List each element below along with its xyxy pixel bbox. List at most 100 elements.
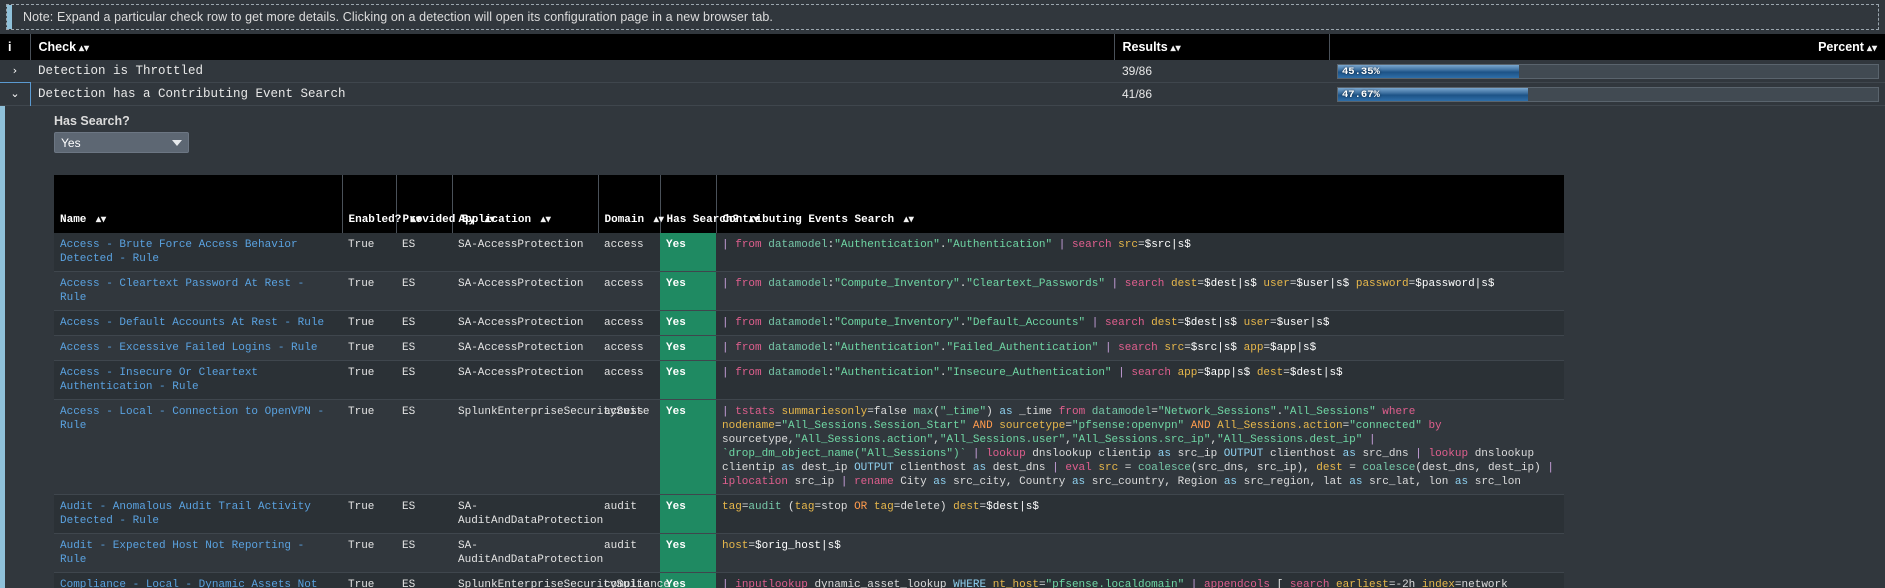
col-header-contributing-events-search[interactable]: Contributing Events Search ▴▾: [715, 175, 1564, 233]
col-header-check-label: Check: [38, 40, 77, 54]
detection-search-cell: | from datamodel:"Authentication"."Faile…: [716, 335, 1564, 361]
detection-provided-by-cell: ES: [396, 310, 452, 336]
chevron-right-icon[interactable]: ›: [0, 60, 30, 82]
sort-icon[interactable]: ▴▾: [485, 215, 495, 226]
note-accent-bar: [7, 5, 12, 29]
table-row[interactable]: › Detection is Throttled 39/86 45.35%: [0, 60, 1885, 83]
check-name-cell-throttled: Detection is Throttled: [30, 60, 1114, 83]
col-header-domain-label: Domain: [604, 214, 645, 226]
detection-provided-by-cell: ES: [396, 533, 452, 573]
detection-has-search-cell: Yes: [660, 494, 716, 534]
detection-search-cell: host=$orig_host|s$: [716, 533, 1564, 573]
detection-name-cell: Access - Cleartext Password At Rest - Ru…: [54, 271, 342, 311]
detection-provided-by-cell: ES: [396, 233, 452, 272]
detection-name-link[interactable]: Access - Local - Connection to OpenVPN -…: [60, 406, 324, 432]
sort-icon[interactable]: ▴▾: [79, 43, 89, 54]
detection-provided-by-cell: ES: [396, 335, 452, 361]
col-header-enabled[interactable]: Enabled? ▴▾: [341, 175, 421, 233]
table-row[interactable]: Access - Excessive Failed Logins - Rule T…: [54, 335, 1564, 361]
results-cell-throttled: 39/86: [1114, 60, 1329, 83]
percent-bar: 45.35%: [1337, 64, 1879, 79]
detections-header-row: Name ▴▾ Enabled? ▴▾ Provided By ▴▾ Appli…: [54, 175, 1564, 233]
table-row[interactable]: ⌄ Detection has a Contributing Event Sea…: [0, 81, 1885, 107]
col-header-info-label: i: [8, 40, 12, 54]
detection-provided-by-cell: ES: [396, 572, 452, 588]
col-header-results[interactable]: Results ▴▾: [1113, 34, 1329, 60]
col-header-check[interactable]: Check ▴▾: [29, 34, 1114, 60]
detection-name-link[interactable]: Access - Cleartext Password At Rest - Ru…: [60, 278, 304, 304]
detection-domain-cell: access: [598, 335, 660, 361]
detection-name-link[interactable]: Audit - Anomalous Audit Trail Activity D…: [60, 501, 311, 527]
detection-enabled-cell: True: [342, 572, 396, 588]
percent-label: 47.67%: [1342, 89, 1380, 101]
detection-search-cell: | inputlookup dynamic_asset_lookup WHERE…: [716, 572, 1564, 588]
col-header-application[interactable]: Application ▴▾: [451, 175, 598, 233]
detection-name-cell: Compliance - Local - Dynamic Assets Not …: [54, 572, 342, 588]
detection-name-cell: Access - Default Accounts At Rest - Rule: [54, 310, 342, 336]
note-text: Note: Expand a particular check row to g…: [23, 10, 774, 24]
sort-icon[interactable]: ▴▾: [411, 215, 421, 226]
sort-icon[interactable]: ▴▾: [96, 215, 106, 226]
col-header-name[interactable]: Name ▴▾: [54, 175, 342, 233]
detection-name-link[interactable]: Access - Insecure Or Cleartext Authentic…: [60, 367, 258, 393]
detection-provided-by-cell: ES: [396, 271, 452, 311]
sort-icon[interactable]: ▴▾: [904, 215, 914, 226]
detection-domain-cell: access: [598, 360, 660, 400]
chevron-down-icon[interactable]: [172, 139, 182, 146]
detections-table: Name ▴▾ Enabled? ▴▾ Provided By ▴▾ Appli…: [54, 175, 1564, 588]
check-name: Detection has a Contributing Event Searc…: [38, 87, 346, 101]
detection-has-search-cell: Yes: [660, 233, 716, 272]
detection-name-cell: Access - Excessive Failed Logins - Rule: [54, 335, 342, 361]
detection-application-cell: SplunkEnterpriseSecuritySuite: [452, 572, 649, 588]
col-header-name-label: Name: [60, 214, 87, 226]
sort-icon[interactable]: ▴▾: [541, 215, 551, 226]
sort-icon[interactable]: ▴▾: [1171, 43, 1181, 54]
col-header-info[interactable]: i: [0, 34, 30, 60]
detection-name-cell: Access - Insecure Or Cleartext Authentic…: [54, 360, 342, 400]
detections-table-head: Name ▴▾ Enabled? ▴▾ Provided By ▴▾ Appli…: [54, 175, 1564, 233]
col-header-has-search[interactable]: Has Search? ▴▾: [659, 175, 759, 233]
sort-icon[interactable]: ▴▾: [654, 215, 664, 226]
detection-application-cell: SA-AccessProtection: [452, 335, 598, 361]
detection-name-link[interactable]: Access - Default Accounts At Rest - Rule: [60, 317, 324, 329]
splunk-check-results-page: Note: Expand a particular check row to g…: [0, 0, 1885, 588]
detection-domain-cell: audit: [598, 494, 660, 534]
sort-icon[interactable]: ▴▾: [749, 215, 759, 226]
col-header-provided-by[interactable]: Provided By ▴▾: [395, 175, 495, 233]
detection-name-link[interactable]: Audit - Expected Host Not Reporting - Ru…: [60, 540, 304, 566]
detection-name-link[interactable]: Access - Excessive Failed Logins - Rule: [60, 342, 317, 354]
detection-domain-cell: access: [598, 399, 660, 495]
col-header-domain[interactable]: Domain ▴▾: [597, 175, 664, 233]
percent-cell-contributing-search: 47.67%: [1329, 82, 1885, 106]
expander-cell-throttled[interactable]: ›: [0, 60, 30, 83]
table-row[interactable]: Access - Local - Connection to OpenVPN -…: [54, 399, 1564, 495]
results-value: 41/86: [1122, 87, 1153, 101]
table-row[interactable]: Access - Cleartext Password At Rest - Ru…: [54, 271, 1564, 311]
table-row[interactable]: Access - Brute Force Access Behavior Det…: [54, 233, 1564, 272]
table-row[interactable]: Access - Insecure Or Cleartext Authentic…: [54, 360, 1564, 400]
table-row[interactable]: Audit - Anomalous Audit Trail Activity D…: [54, 494, 1564, 534]
table-row[interactable]: Access - Default Accounts At Rest - Rule…: [54, 310, 1564, 336]
detection-enabled-cell: True: [342, 360, 396, 400]
col-header-percent[interactable]: Percent ▴▾: [1328, 34, 1885, 60]
detection-provided-by-cell: ES: [396, 399, 452, 495]
detection-name-cell: Audit - Anomalous Audit Trail Activity D…: [54, 494, 342, 534]
expander-cell-contributing-search[interactable]: ⌄: [0, 81, 31, 107]
table-row[interactable]: Compliance - Local - Dynamic Assets Not …: [54, 572, 1564, 588]
table-row[interactable]: Audit - Expected Host Not Reporting - Ru…: [54, 533, 1564, 573]
detection-has-search-cell: Yes: [660, 310, 716, 336]
has-search-dropdown[interactable]: Yes: [54, 132, 189, 153]
has-search-filter-label: Has Search?: [54, 114, 130, 128]
detection-name-link[interactable]: Access - Brute Force Access Behavior Det…: [60, 239, 298, 265]
detection-enabled-cell: True: [342, 271, 396, 311]
detection-search-cell: | from datamodel:"Authentication"."Insec…: [716, 360, 1564, 400]
detection-has-search-cell: Yes: [660, 572, 716, 588]
detection-enabled-cell: True: [342, 399, 396, 495]
detection-name-link[interactable]: Compliance - Local - Dynamic Assets Not …: [60, 579, 317, 588]
sort-icon[interactable]: ▴▾: [1867, 43, 1877, 54]
detection-application-cell: SA-AuditAndDataProtection: [452, 494, 603, 534]
detection-search-cell: | from datamodel:"Compute_Inventory"."De…: [716, 310, 1564, 336]
check-name-cell-contributing-search: Detection has a Contributing Event Searc…: [30, 82, 1114, 106]
chevron-down-icon[interactable]: ⌄: [0, 83, 30, 105]
checks-header-row: i Check ▴▾ Results ▴▾ Percent ▴▾: [0, 34, 1885, 60]
